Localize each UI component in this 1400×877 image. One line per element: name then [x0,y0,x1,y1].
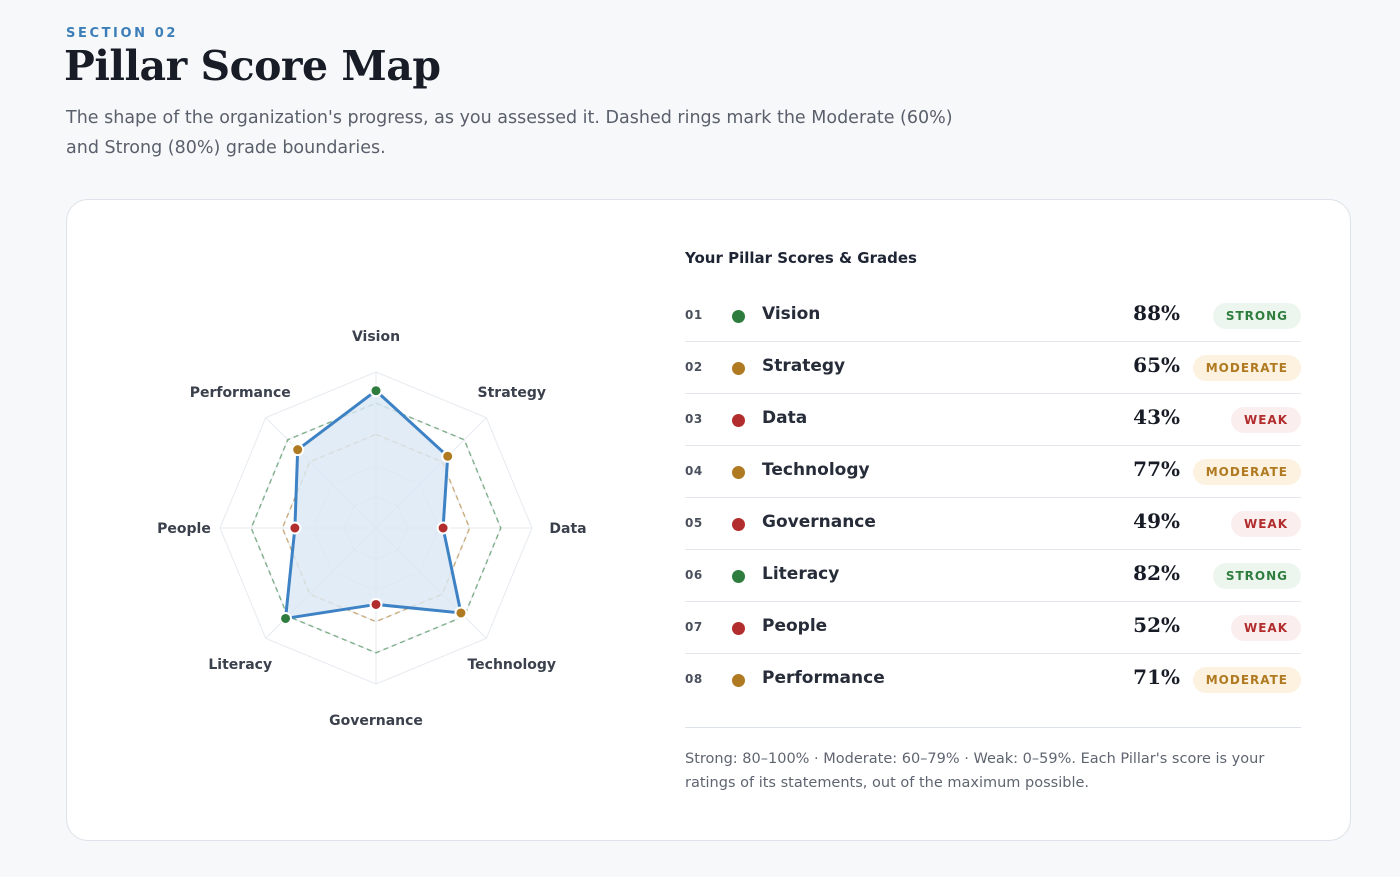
axis-label-people: People [157,521,211,537]
axis-label-strategy: Strategy [478,385,546,401]
pillar-name: Technology [762,460,870,480]
pillar-row-governance: 05 Governance 49% WEAK [685,498,1301,550]
pillar-row-data: 03 Data 43% WEAK [685,394,1301,446]
radar-point-data [436,521,450,535]
axis-label-literacy: Literacy [208,657,272,673]
pillar-score: 71% [1133,665,1180,689]
radar-point-performance [291,443,305,457]
grade-badge: MODERATE [1192,355,1301,381]
radar-point-literacy [279,611,293,625]
grade-badge: WEAK [1230,511,1301,537]
pillar-row-vision: 01 Vision 88% STRONG [685,290,1301,342]
grade-badge: MODERATE [1192,667,1301,693]
grade-badge: STRONG [1212,563,1301,589]
pillar-row-technology: 04 Technology 77% MODERATE [685,446,1301,498]
pillar-score: 77% [1133,457,1180,481]
pillar-name: Literacy [762,564,840,584]
axis-label-performance: Performance [190,385,291,401]
pillar-number: 06 [685,568,703,582]
grade-dot-icon [732,674,745,687]
pillar-score-list: 01 Vision 88% STRONG 02 Strategy 65% MODERATE 03… [685,290,1301,706]
pillar-name: Data [762,408,808,428]
grade-dot-icon [732,570,745,583]
pillar-score: 82% [1133,561,1180,585]
page-title: Pillar Score Map [64,42,441,90]
section-eyebrow: SECTION 02 [66,26,179,41]
grade-dot-icon [732,518,745,531]
scores-panel-title: Your Pillar Scores & Grades [685,249,917,267]
grade-dot-icon [732,414,745,427]
pillar-row-people: 07 People 52% WEAK [685,602,1301,654]
radar-chart: Vision Strategy Data Technology Governance Li… [157,329,586,729]
pillar-name: Governance [762,512,876,532]
footnote-divider [685,727,1301,728]
radar-point-technology [454,606,468,620]
pillar-number: 04 [685,464,703,478]
axis-label-vision: Vision [352,329,400,345]
pillar-number: 05 [685,516,703,530]
pillar-score: 88% [1133,301,1180,325]
pillar-score: 43% [1133,405,1180,429]
grade-dot-icon [732,310,745,323]
pillar-row-performance: 08 Performance 71% MODERATE [685,654,1301,706]
pillar-name: Vision [762,304,821,324]
axis-label-governance: Governance [329,713,423,729]
grade-footnote: Strong: 80–100% · Moderate: 60–79% · Wea… [685,751,1265,791]
pillar-number: 02 [685,360,703,374]
pillar-name: People [762,616,828,636]
axis-label-technology: Technology [467,657,556,673]
pillar-number: 07 [685,620,703,634]
pillar-number: 01 [685,308,703,322]
pillar-name: Strategy [762,356,846,376]
pillar-row-literacy: 06 Literacy 82% STRONG [685,550,1301,602]
radar-point-governance [369,597,383,611]
grade-badge: WEAK [1230,615,1301,641]
grade-dot-icon [732,362,745,375]
grade-dot-icon [732,466,745,479]
grade-badge: STRONG [1212,303,1301,329]
axis-label-data: Data [549,521,586,537]
pillar-row-strategy: 02 Strategy 65% MODERATE [685,342,1301,394]
radar-series-area [285,390,461,619]
radar-point-vision [369,384,383,398]
grade-badge: MODERATE [1192,459,1301,485]
pillar-score: 65% [1133,353,1180,377]
pillar-score: 49% [1133,509,1180,533]
grade-badge: WEAK [1230,407,1301,433]
page-subtitle: The shape of the organization's progress… [66,108,953,158]
radar-point-people [288,521,302,535]
pillar-number: 08 [685,672,703,686]
radar-point-strategy [441,449,455,463]
pillar-score: 52% [1133,613,1180,637]
grade-dot-icon [732,622,745,635]
pillar-name: Performance [762,668,885,688]
pillar-number: 03 [685,412,703,426]
